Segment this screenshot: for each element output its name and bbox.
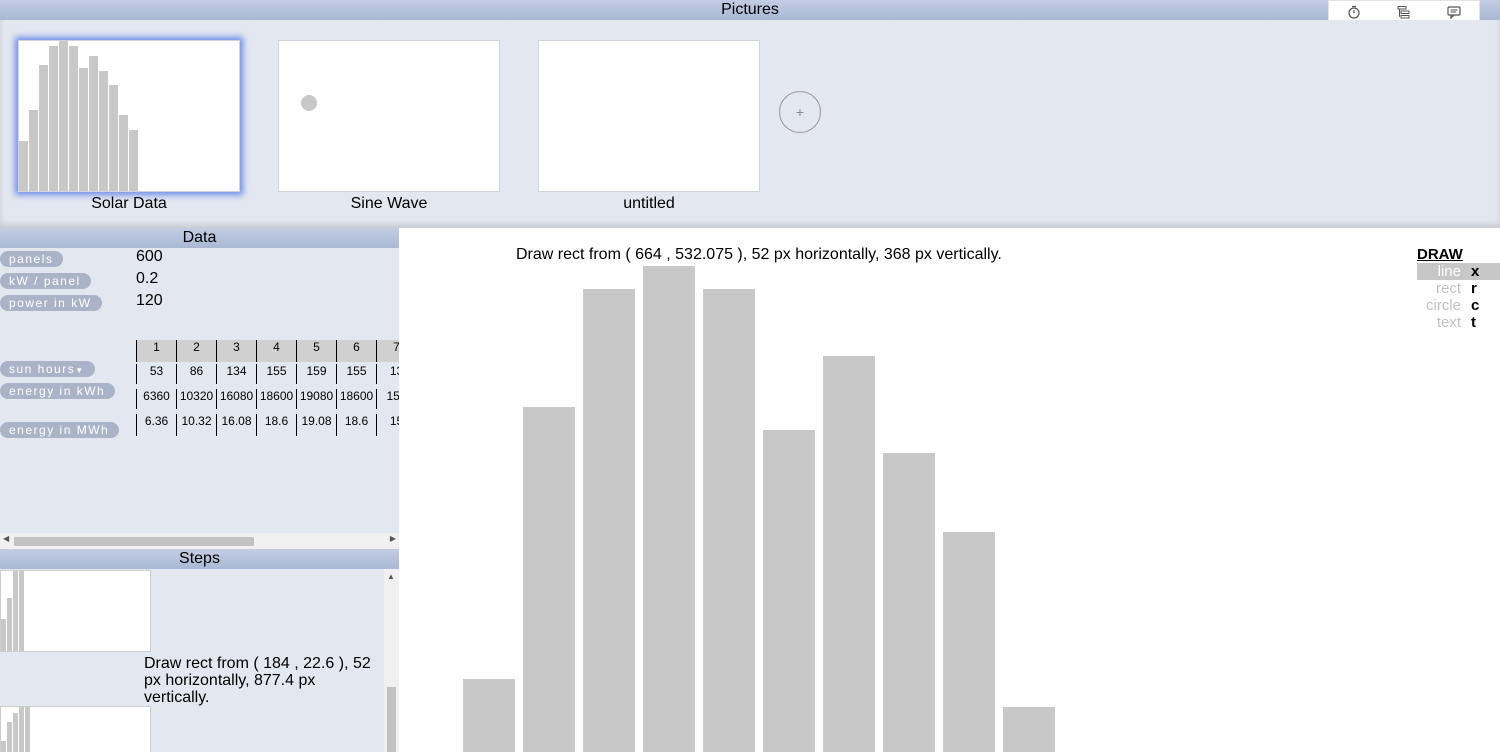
- column-header[interactable]: 3: [216, 340, 256, 362]
- drawn-rect: [883, 453, 935, 752]
- table-cell[interactable]: 155: [336, 364, 376, 384]
- table-cell[interactable]: 134: [216, 364, 256, 384]
- pictures-title: Pictures: [721, 1, 779, 18]
- drawn-rect: [1003, 707, 1055, 752]
- tool-shortcut: r: [1471, 280, 1477, 297]
- draw-tool-circle[interactable]: circle c: [1417, 297, 1500, 314]
- drawn-rect: [583, 289, 635, 752]
- column-header[interactable]: 4: [256, 340, 296, 362]
- row-name-sun-hours[interactable]: sun hours▼: [0, 361, 95, 377]
- scroll-right-arrow-icon[interactable]: ▶: [390, 534, 396, 543]
- steps-scrollbar-thumb[interactable]: [387, 687, 396, 752]
- draw-menu-title: DRAW: [1417, 246, 1463, 263]
- table-cell[interactable]: 18600: [256, 389, 296, 409]
- steps-vertical-scrollbar[interactable]: ▲: [384, 569, 399, 752]
- step-thumbnail[interactable]: [0, 570, 151, 652]
- draw-tool-line[interactable]: line x: [1417, 263, 1500, 280]
- table-cell[interactable]: 159: [296, 364, 336, 384]
- row-name-energy-in-mwh[interactable]: energy in MWh: [0, 422, 120, 438]
- solar-data-preview: [19, 41, 138, 191]
- tool-shortcut: x: [1471, 263, 1480, 280]
- canvas-status-text: Draw rect from ( 664 , 532.075 ), 52 px …: [516, 246, 1002, 263]
- table-cell[interactable]: 13: [376, 364, 399, 384]
- row-name-label: sun hours: [9, 362, 76, 376]
- table-cell[interactable]: 6.36: [136, 414, 176, 436]
- data-panel-header: Data: [0, 228, 399, 248]
- data-panel: panels 600 kW / panel 0.2 power in kW 12…: [0, 248, 399, 548]
- tool-name: rect: [1435, 280, 1461, 297]
- tool-name: text: [1436, 314, 1461, 331]
- table-cell[interactable]: 156: [376, 389, 399, 409]
- table-cell[interactable]: 15: [376, 414, 399, 436]
- tool-name: line: [1437, 263, 1461, 280]
- table-cell[interactable]: 18.6: [256, 414, 296, 436]
- drawing-canvas[interactable]: Draw rect from ( 664 , 532.075 ), 52 px …: [399, 228, 1500, 752]
- field-name-power-in-kw[interactable]: power in kW: [0, 295, 102, 311]
- drawn-rect: [943, 532, 995, 752]
- pictures-strip: Solar Data Sine Wave untitled +: [0, 20, 1500, 228]
- field-value-panels[interactable]: 600: [136, 248, 163, 266]
- table-cell[interactable]: 53: [136, 364, 176, 384]
- scroll-left-arrow-icon[interactable]: ◀: [3, 534, 9, 543]
- field-name-panels[interactable]: panels: [0, 251, 64, 267]
- drawn-rect: [703, 289, 755, 752]
- tool-shortcut: c: [1471, 297, 1480, 314]
- field-value-kw-per-panel[interactable]: 0.2: [136, 270, 158, 288]
- column-header[interactable]: 2: [176, 340, 216, 362]
- table-cell[interactable]: 86: [176, 364, 216, 384]
- row-name-energy-in-kwh[interactable]: energy in kWh: [0, 383, 116, 399]
- canvas-drawing: [463, 266, 1055, 752]
- dropdown-arrow-icon: ▼: [75, 366, 85, 375]
- table-cell[interactable]: 19.08: [296, 414, 336, 436]
- step-thumbnail[interactable]: [0, 706, 151, 752]
- sine-wave-preview: [301, 95, 317, 111]
- draw-tool-text[interactable]: text t: [1417, 314, 1500, 331]
- picture-label: Sine Wave: [350, 195, 428, 212]
- table-cell[interactable]: 18.6: [336, 414, 376, 436]
- drawn-rect: [643, 266, 695, 752]
- step-description: Draw rect from ( 184 , 22.6 ), 52 px hor…: [144, 655, 371, 706]
- data-scrollbar-thumb[interactable]: [14, 537, 254, 546]
- step-preview: [1, 707, 30, 752]
- table-cell[interactable]: 6360: [136, 389, 176, 409]
- field-value-power-in-kw[interactable]: 120: [136, 292, 163, 310]
- table-cell[interactable]: 10320: [176, 389, 216, 409]
- add-picture-button[interactable]: +: [779, 91, 821, 133]
- drawn-rect: [523, 407, 575, 752]
- column-header[interactable]: 5: [296, 340, 336, 362]
- picture-thumbnail-sine-wave[interactable]: [278, 40, 500, 192]
- table-cell[interactable]: 16080: [216, 389, 256, 409]
- steps-panel-title: Steps: [179, 550, 220, 567]
- tool-shortcut: t: [1471, 314, 1476, 331]
- tool-name: circle: [1425, 297, 1461, 314]
- column-header[interactable]: 6: [336, 340, 376, 362]
- column-header[interactable]: 1: [136, 340, 176, 362]
- table-cell[interactable]: 19080: [296, 389, 336, 409]
- drawn-rect: [823, 356, 875, 752]
- scroll-up-arrow-icon[interactable]: ▲: [387, 572, 395, 581]
- draw-menu: DRAW line x rect r circle c text t: [1417, 246, 1500, 331]
- picture-label: Solar Data: [91, 195, 167, 212]
- steps-panel: Draw rect from ( 184 , 22.6 ), 52 px hor…: [0, 569, 399, 752]
- column-header[interactable]: 7: [376, 340, 399, 362]
- steps-panel-header: Steps: [0, 549, 399, 569]
- data-panel-title: Data: [182, 229, 217, 246]
- draw-tool-rect[interactable]: rect r: [1417, 280, 1500, 297]
- table-cell[interactable]: 155: [256, 364, 296, 384]
- picture-thumbnail-untitled[interactable]: [538, 40, 760, 192]
- drawn-rect: [463, 679, 515, 752]
- field-name-kw-per-panel[interactable]: kW / panel: [0, 273, 91, 289]
- table-cell[interactable]: 16.08: [216, 414, 256, 436]
- table-cell[interactable]: 18600: [336, 389, 376, 409]
- table-cell[interactable]: 10.32: [176, 414, 216, 436]
- picture-label: untitled: [623, 195, 675, 212]
- drawn-rect: [763, 430, 815, 752]
- picture-thumbnail-solar-data[interactable]: [18, 40, 240, 192]
- step-preview: [1, 571, 24, 651]
- pictures-header: Pictures: [0, 0, 1500, 20]
